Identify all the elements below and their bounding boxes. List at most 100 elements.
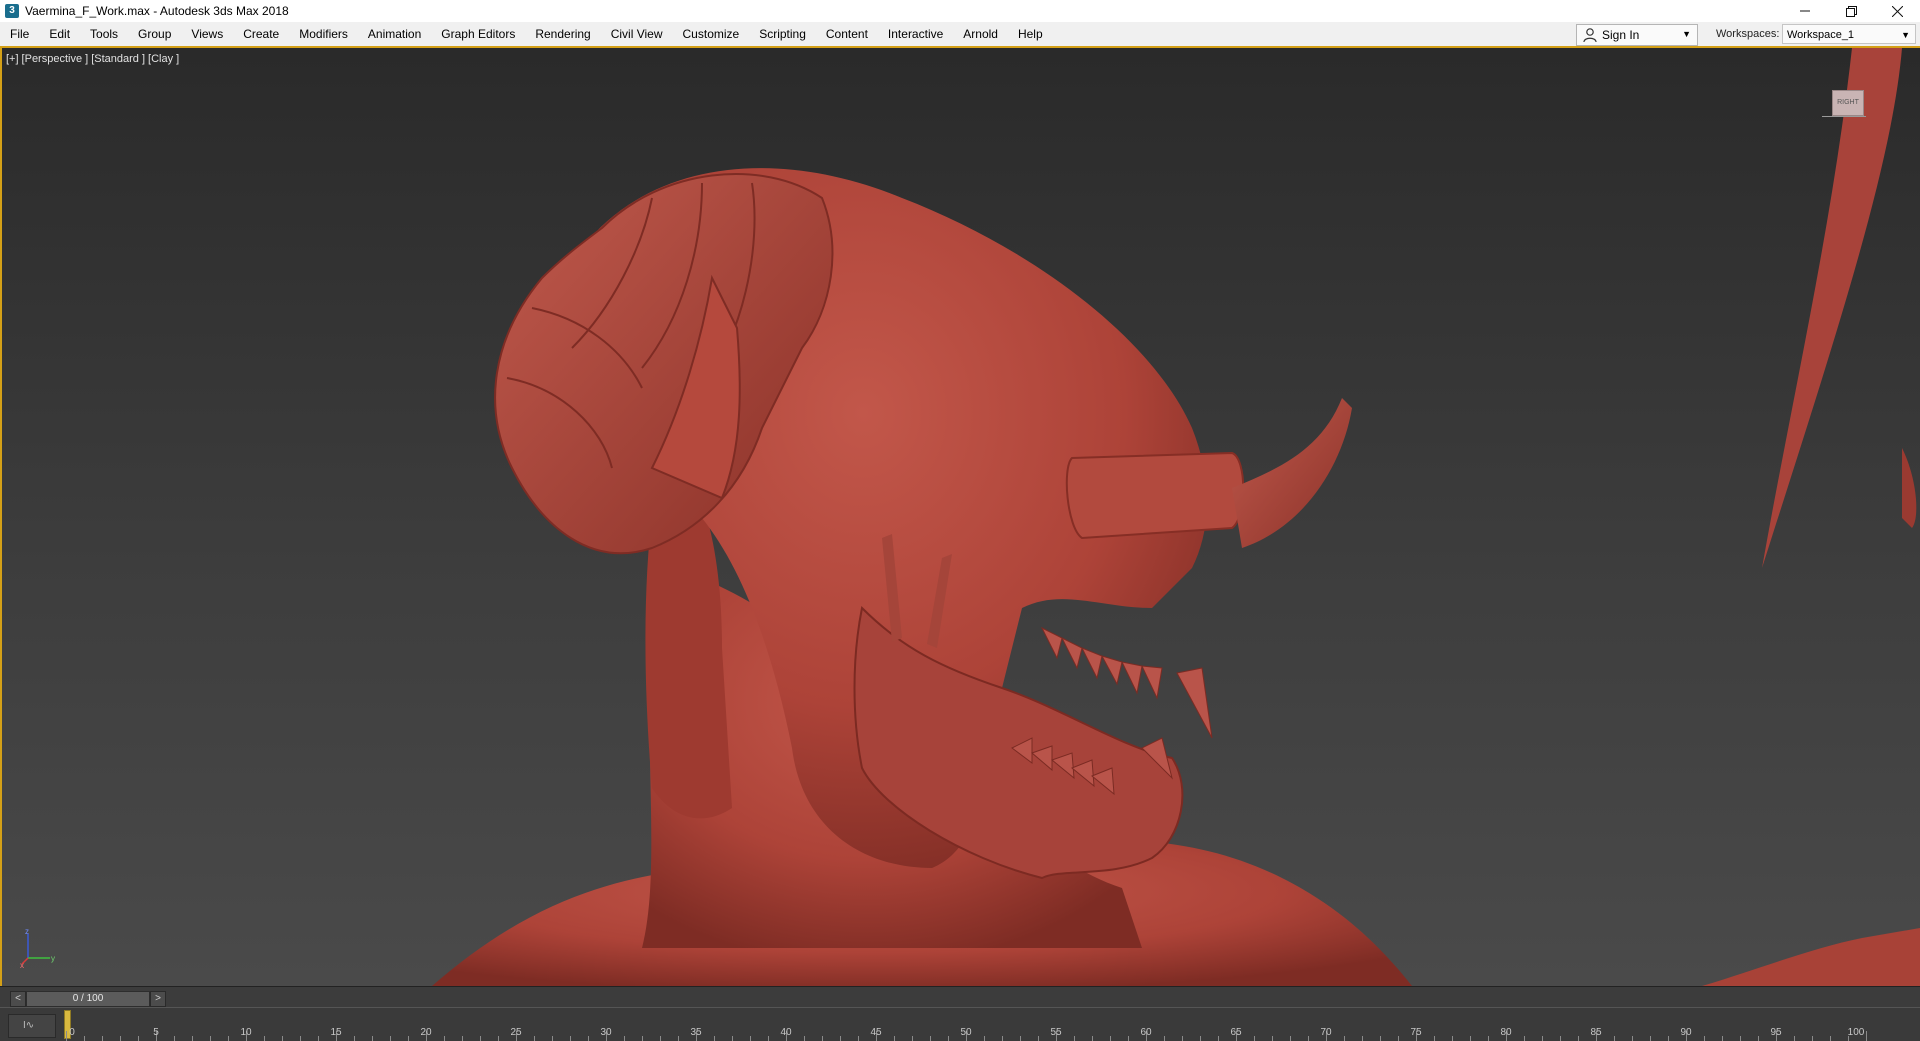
menu-content[interactable]: Content (816, 22, 878, 46)
viewport-visual-style[interactable]: [Clay ] (148, 53, 179, 65)
track-tick-label: 45 (870, 1027, 881, 1038)
track-tick-label: 85 (1590, 1027, 1601, 1038)
axis-label-x: x (20, 961, 24, 968)
track-tick (102, 1036, 103, 1041)
track-tick (264, 1036, 265, 1041)
track-tick (1542, 1036, 1543, 1041)
menu-modifiers[interactable]: Modifiers (289, 22, 358, 46)
menu-civil-view[interactable]: Civil View (601, 22, 673, 46)
axis-label-y: y (51, 954, 55, 963)
track-tick (624, 1036, 625, 1041)
track-tick (1488, 1036, 1489, 1041)
menu-tools[interactable]: Tools (80, 22, 128, 46)
viewport-shading-standard[interactable]: [Standard ] (91, 53, 145, 65)
track-tick (660, 1036, 661, 1041)
viewport-menu-plus[interactable]: [+] (6, 53, 19, 65)
track-tick (894, 1036, 895, 1041)
restore-icon[interactable] (1828, 0, 1874, 22)
track-tick-label: 25 (510, 1027, 521, 1038)
minimize-icon[interactable] (1782, 0, 1828, 22)
track-tick-label: 0 (69, 1027, 75, 1038)
track-tick (1020, 1036, 1021, 1041)
track-tick (1632, 1036, 1633, 1041)
title-bar: 3 Vaermina_F_Work.max - Autodesk 3ds Max… (0, 0, 1920, 22)
track-tick (1380, 1036, 1381, 1041)
menu-group[interactable]: Group (128, 22, 181, 46)
menu-interactive[interactable]: Interactive (878, 22, 953, 46)
menu-edit[interactable]: Edit (39, 22, 80, 46)
track-tick (1434, 1036, 1435, 1041)
menu-arnold[interactable]: Arnold (953, 22, 1008, 46)
track-tick (1002, 1036, 1003, 1041)
track-tick-label: 50 (960, 1027, 971, 1038)
track-tick (1524, 1036, 1525, 1041)
track-tick-label: 90 (1680, 1027, 1691, 1038)
track-tick (372, 1036, 373, 1041)
time-slider[interactable]: 0 / 100 (26, 991, 150, 1007)
track-tick (1164, 1036, 1165, 1041)
track-tick (408, 1036, 409, 1041)
track-tick (462, 1036, 463, 1041)
track-tick-label: 80 (1500, 1027, 1511, 1038)
close-icon[interactable] (1874, 0, 1920, 22)
perspective-viewport[interactable]: [+][Perspective ][Standard ][Clay ] (0, 46, 1920, 986)
menu-file[interactable]: File (0, 22, 39, 46)
track-tick (282, 1036, 283, 1041)
track-tick (804, 1036, 805, 1041)
sign-in-button[interactable]: Sign In ▼ (1576, 24, 1698, 46)
track-bar[interactable]: I∿ 0510152025303540455055606570758085909… (0, 1007, 1920, 1041)
track-tick (984, 1036, 985, 1041)
track-tick (750, 1036, 751, 1041)
viewcube[interactable]: RIGHT (1822, 88, 1866, 128)
track-tick (1650, 1036, 1651, 1041)
menu-animation[interactable]: Animation (358, 22, 431, 46)
track-tick-label: 70 (1320, 1027, 1331, 1038)
track-tick (840, 1036, 841, 1041)
track-tick (1362, 1036, 1363, 1041)
track-tick (1614, 1036, 1615, 1041)
track-tick-label: 40 (780, 1027, 791, 1038)
track-tick-label: 10 (240, 1027, 251, 1038)
track-tick (534, 1036, 535, 1041)
menu-rendering[interactable]: Rendering (525, 22, 600, 46)
app-icon: 3 (5, 4, 19, 18)
viewport-point-of-view[interactable]: [Perspective ] (22, 53, 89, 65)
track-ruler[interactable]: 0510152025303540455055606570758085909510… (66, 1008, 1866, 1041)
next-frame-button[interactable]: > (150, 991, 166, 1007)
track-tick-label: 5 (153, 1027, 159, 1038)
track-tick (228, 1036, 229, 1041)
track-tick (858, 1036, 859, 1041)
viewcube-ring[interactable] (1822, 114, 1866, 117)
track-tick (1182, 1036, 1183, 1041)
viewcube-face[interactable]: RIGHT (1832, 90, 1864, 116)
track-tick (1344, 1036, 1345, 1041)
model-front-horn (1232, 398, 1352, 548)
user-icon (1582, 27, 1598, 43)
track-tick (570, 1036, 571, 1041)
track-tick (390, 1036, 391, 1041)
menu-scripting[interactable]: Scripting (749, 22, 816, 46)
curve-editor-icon[interactable]: I∿ (8, 1014, 56, 1038)
track-tick (1038, 1036, 1039, 1041)
track-tick (1722, 1036, 1723, 1041)
track-tick (768, 1036, 769, 1041)
model-right-shoulder (1702, 928, 1920, 986)
model-brow-band (1067, 453, 1243, 538)
track-tick (1560, 1036, 1561, 1041)
workspace-select[interactable]: Workspace_1 ▼ (1782, 24, 1916, 44)
menu-help[interactable]: Help (1008, 22, 1053, 46)
track-tick-label: 55 (1050, 1027, 1061, 1038)
menu-views[interactable]: Views (181, 22, 233, 46)
track-tick (1740, 1036, 1741, 1041)
menu-customize[interactable]: Customize (673, 22, 750, 46)
track-tick-label: 65 (1230, 1027, 1241, 1038)
track-tick (138, 1036, 139, 1041)
menu-create[interactable]: Create (233, 22, 289, 46)
window-controls (1782, 0, 1920, 22)
track-tick (444, 1036, 445, 1041)
track-tick (1398, 1036, 1399, 1041)
menu-graph-editors[interactable]: Graph Editors (431, 22, 525, 46)
previous-frame-button[interactable]: < (10, 991, 26, 1007)
axis-tripod-icon: z y x (20, 928, 60, 968)
track-tick-label: 20 (420, 1027, 431, 1038)
